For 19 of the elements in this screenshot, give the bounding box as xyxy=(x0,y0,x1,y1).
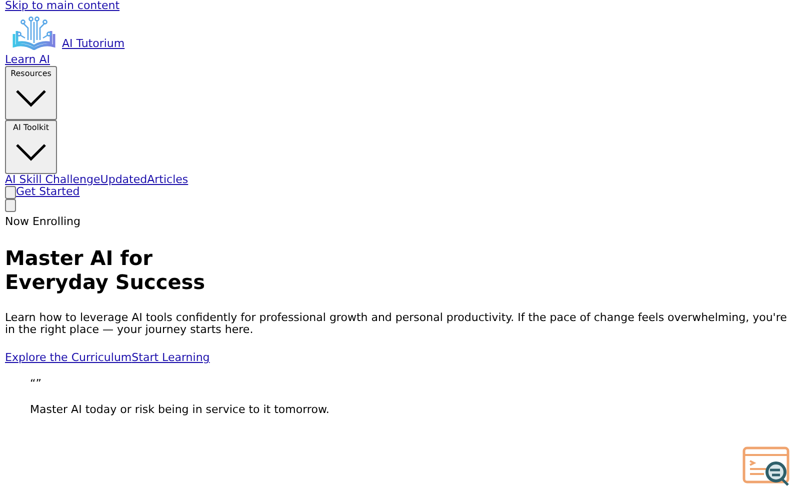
nav-link[interactable]: Articles xyxy=(147,173,188,186)
cta-link[interactable]: Start Learning xyxy=(132,351,210,364)
toolkit-dropdown-button[interactable]: AI Toolkit xyxy=(5,120,57,174)
chevron-down-icon xyxy=(14,87,48,109)
hero-heading: Master AI for Everyday Success xyxy=(5,246,206,294)
open-book-circuit-icon xyxy=(11,16,57,50)
cta-link[interactable]: Explore the Curriculum xyxy=(5,351,132,364)
quote-text: Master AI today or risk being in service to it tomorrow. xyxy=(30,404,330,416)
resources-dropdown-button[interactable]: Resources xyxy=(5,66,57,120)
chevron-down-icon xyxy=(14,141,48,163)
nav-link[interactable]: AI Skill Challenge xyxy=(5,173,100,186)
get-started-link[interactable]: Get Started xyxy=(16,185,80,198)
nav-link[interactable]: Updated xyxy=(100,173,148,186)
quote-marks: “” xyxy=(30,378,42,390)
badge-text: Now Enrolling xyxy=(5,216,82,228)
logo-link[interactable]: AI Tutorium xyxy=(62,38,125,50)
nav-link[interactable]: Learn AI xyxy=(5,53,50,66)
hero-description: Learn how to leverage AI tools confidently for professional growth and personal productivity. If the pace of change feels overwhelming, you're in the right place — your journey starts here. xyxy=(5,312,788,336)
skip-link[interactable]: Skip to main content xyxy=(5,0,120,12)
